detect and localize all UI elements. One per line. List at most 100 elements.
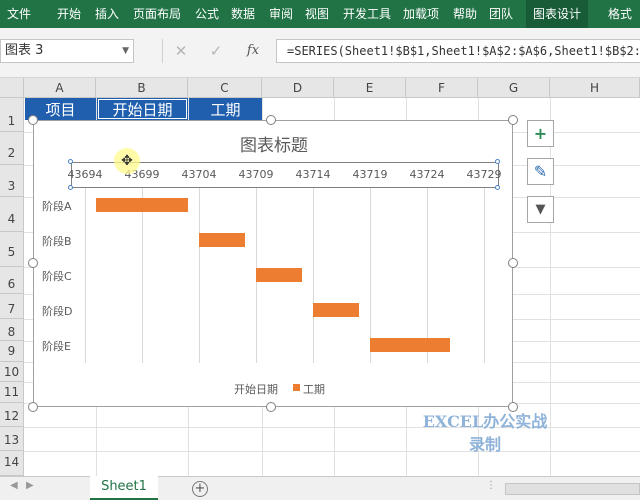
row-header-13[interactable]: 13 — [0, 427, 24, 451]
resize-handle[interactable] — [508, 258, 518, 268]
axis-resize-handle[interactable] — [495, 159, 500, 164]
name-box[interactable]: 图表 3 ▼ — [0, 39, 134, 63]
tab-home[interactable]: 开始 — [52, 0, 86, 28]
move-cursor-icon: ✥ — [114, 148, 140, 174]
axis-resize-handle[interactable] — [68, 185, 73, 190]
x-tick-label: 43714 — [295, 168, 331, 181]
tab-view[interactable]: 视图 — [300, 0, 334, 28]
category-label: 阶段D — [42, 305, 73, 318]
row-header-4[interactable]: 4 — [0, 197, 24, 232]
tab-team[interactable]: 团队 — [484, 0, 518, 28]
enter-icon[interactable]: ✓ — [205, 39, 227, 63]
row-header-14[interactable]: 14 — [0, 451, 24, 476]
axis-resize-handle[interactable] — [68, 159, 73, 164]
chart-elements-button[interactable]: + — [527, 120, 554, 147]
column-header-f[interactable]: F — [406, 78, 478, 98]
category-label: 阶段E — [42, 340, 71, 353]
chart-filters-button[interactable]: ▼ — [527, 196, 554, 223]
legend-entry-start-date[interactable]: 开始日期 — [234, 381, 278, 397]
category-label: 阶段C — [42, 270, 72, 283]
column-header-c[interactable]: C — [188, 78, 262, 98]
row-header-1[interactable]: 1 — [0, 98, 24, 132]
cell-c1[interactable]: 工期 — [189, 98, 262, 120]
tab-chart-design[interactable]: 图表设计 — [526, 0, 588, 28]
more-options-icon[interactable]: ⋮ — [486, 480, 496, 491]
row-header-7[interactable]: 7 — [0, 294, 24, 319]
column-header-h[interactable]: H — [550, 78, 640, 98]
sheet-tab-sheet1[interactable]: Sheet1 — [90, 476, 158, 500]
scroll-right-icon[interactable]: ▶ — [26, 480, 34, 491]
duration-bar[interactable] — [256, 268, 302, 282]
resize-handle[interactable] — [266, 402, 276, 412]
x-tick-label: 43709 — [238, 168, 274, 181]
add-sheet-icon[interactable]: + — [192, 481, 208, 497]
x-tick-label: 43724 — [409, 168, 445, 181]
x-tick-label: 43704 — [181, 168, 217, 181]
chart-gridline — [484, 188, 485, 363]
chart-title[interactable]: 图表标题 — [34, 131, 514, 156]
grid-line — [550, 98, 551, 476]
row-header-6[interactable]: 6 — [0, 267, 24, 294]
chart-gridline — [313, 188, 314, 363]
scroll-left-icon[interactable]: ◀ — [10, 480, 18, 491]
cell-b1[interactable]: 开始日期 — [97, 98, 188, 120]
duration-bar[interactable] — [96, 198, 188, 212]
tab-review[interactable]: 审阅 — [264, 0, 298, 28]
chart-gridline — [142, 188, 143, 363]
resize-handle[interactable] — [508, 115, 518, 125]
chart-gridline — [199, 188, 200, 363]
column-header-a[interactable]: A — [24, 78, 96, 98]
tab-developer[interactable]: 开发工具 — [338, 0, 396, 28]
row-header-5[interactable]: 5 — [0, 232, 24, 267]
column-header-d[interactable]: D — [262, 78, 334, 98]
tab-insert[interactable]: 插入 — [90, 0, 124, 28]
chart-gridline — [370, 188, 371, 363]
chevron-down-icon[interactable]: ▼ — [122, 40, 129, 62]
resize-handle[interactable] — [28, 115, 38, 125]
row-header-10[interactable]: 10 — [0, 362, 24, 382]
legend-entry-duration[interactable]: 工期 — [303, 381, 325, 397]
formula-input[interactable]: =SERIES(Sheet1!$B$1,Sheet1!$A$2:$A$6,She… — [276, 39, 640, 63]
x-tick-label: 43729 — [466, 168, 502, 181]
legend-swatch — [293, 384, 300, 391]
row-header-11[interactable]: 11 — [0, 382, 24, 403]
watermark-line-1: EXCEL办公实战 — [422, 412, 548, 431]
name-box-value: 图表 3 — [5, 43, 44, 58]
chart-gridline — [427, 188, 428, 363]
resize-handle[interactable] — [28, 258, 38, 268]
row-header-9[interactable]: 9 — [0, 341, 24, 362]
formula-bar: 图表 3 ▼ ✕ ✓ fx =SERIES(Sheet1!$B$1,Sheet1… — [0, 28, 640, 78]
horizontal-scrollbar[interactable] — [505, 483, 640, 495]
row-header-8[interactable]: 8 — [0, 319, 24, 341]
tab-file[interactable]: 文件 — [0, 0, 38, 28]
tab-help[interactable]: 帮助 — [448, 0, 482, 28]
tab-data[interactable]: 数据 — [226, 0, 260, 28]
column-header-b[interactable]: B — [96, 78, 188, 98]
gantt-chart[interactable]: 图表标题 43694 43699 43704 43709 43714 43719 43724… — [33, 120, 513, 407]
formula-bar-divider — [162, 39, 163, 63]
cancel-icon[interactable]: ✕ — [170, 39, 192, 63]
x-tick-label: 43719 — [352, 168, 388, 181]
tab-format[interactable]: 格式 — [600, 0, 640, 28]
axis-resize-handle[interactable] — [495, 185, 500, 190]
duration-bar[interactable] — [313, 303, 359, 317]
tab-addins[interactable]: 加载项 — [398, 0, 444, 28]
chart-gridline — [85, 188, 86, 363]
column-header-g[interactable]: G — [478, 78, 550, 98]
resize-handle[interactable] — [28, 402, 38, 412]
ribbon-tabs: 文件 开始 插入 页面布局 公式 数据 审阅 视图 开发工具 加载项 帮助 团队… — [0, 0, 640, 28]
duration-bar[interactable] — [199, 233, 245, 247]
column-header-e[interactable]: E — [334, 78, 406, 98]
watermark: EXCEL办公实战 录制 — [420, 410, 550, 456]
tab-formulas[interactable]: 公式 — [190, 0, 224, 28]
select-all-corner[interactable] — [0, 78, 24, 98]
row-header-12[interactable]: 12 — [0, 403, 24, 427]
insert-function-icon[interactable]: fx — [242, 39, 264, 63]
row-header-3[interactable]: 3 — [0, 165, 24, 197]
resize-handle[interactable] — [266, 115, 276, 125]
duration-bar[interactable] — [370, 338, 450, 352]
row-header-2[interactable]: 2 — [0, 132, 24, 165]
tab-page-layout[interactable]: 页面布局 — [128, 0, 186, 28]
chart-styles-button[interactable]: ✎ — [527, 158, 554, 185]
sheet-tab-bar: ◀ ▶ Sheet1 + ⋮ — [0, 476, 640, 500]
